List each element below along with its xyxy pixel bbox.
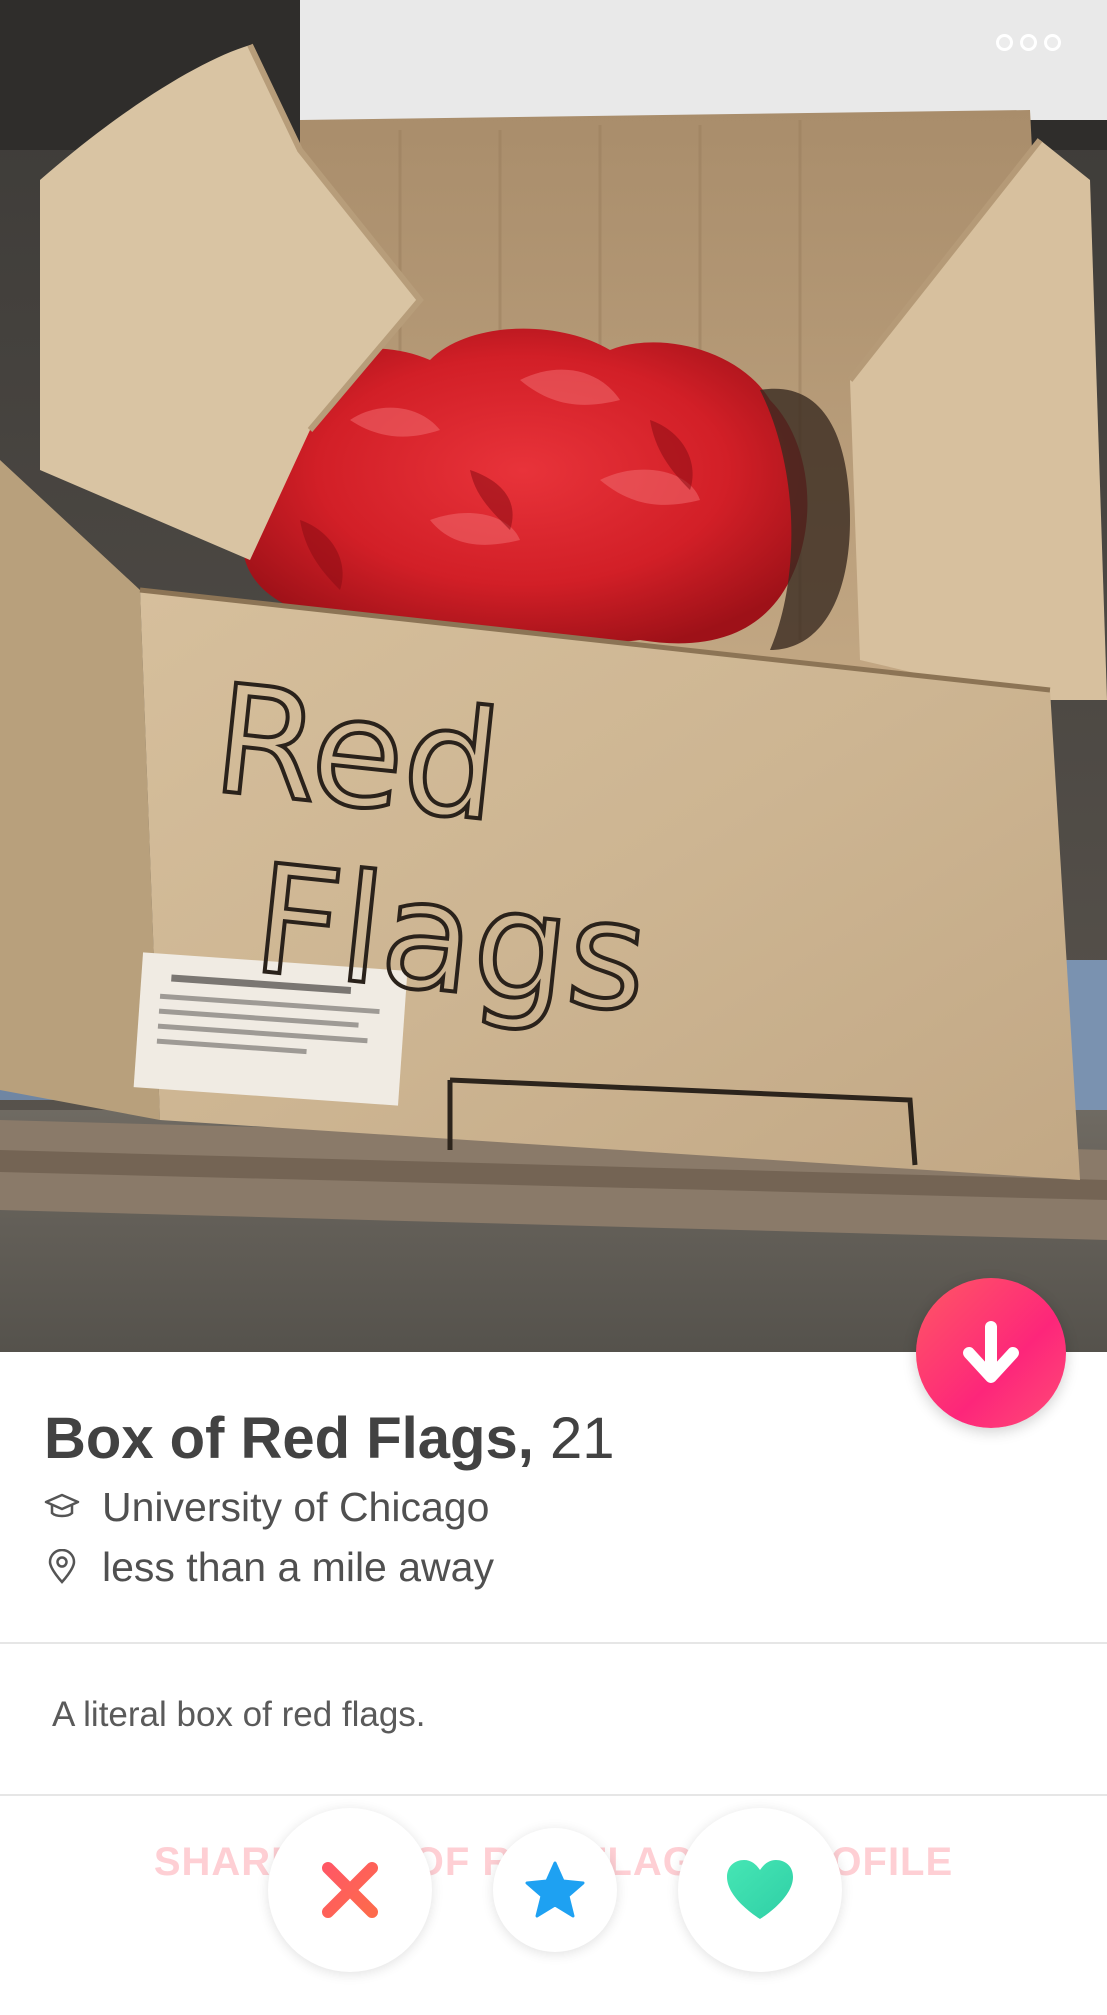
more-options-icon <box>1044 34 1061 51</box>
more-options-icon <box>1020 34 1037 51</box>
more-options-button[interactable] <box>996 34 1061 51</box>
profile-bio: A literal box of red flags. <box>52 1695 426 1734</box>
divider <box>0 1794 1107 1796</box>
like-button[interactable] <box>678 1808 842 1972</box>
profile-age: 21 <box>549 1406 615 1471</box>
box-of-red-flags-image: Red Flags <box>0 0 1107 1352</box>
super-like-button[interactable] <box>493 1828 617 1952</box>
star-icon <box>525 1861 585 1918</box>
school-row: University of Chicago <box>44 1482 489 1532</box>
location-pin-icon <box>44 1549 80 1585</box>
close-x-icon <box>322 1862 378 1918</box>
arrow-down-icon <box>963 1321 1019 1383</box>
profile-name: Box of Red Flags, <box>44 1406 534 1471</box>
collapse-profile-button[interactable] <box>916 1278 1066 1428</box>
handwriting-red: Red <box>206 653 508 856</box>
distance-text: less than a mile away <box>102 1544 494 1590</box>
profile-photo[interactable]: Red Flags <box>0 0 1107 1352</box>
heart-icon <box>727 1860 793 1919</box>
distance-row: less than a mile away <box>44 1542 494 1592</box>
more-options-icon <box>996 34 1013 51</box>
profile-screen: Red Flags Box of Red Flags, 21 Universit… <box>0 0 1107 2015</box>
divider <box>0 1642 1107 1644</box>
graduation-cap-icon <box>44 1489 80 1525</box>
profile-name-age: Box of Red Flags, 21 <box>44 1404 614 1474</box>
nope-button[interactable] <box>268 1808 432 1972</box>
school-text: University of Chicago <box>102 1484 490 1530</box>
